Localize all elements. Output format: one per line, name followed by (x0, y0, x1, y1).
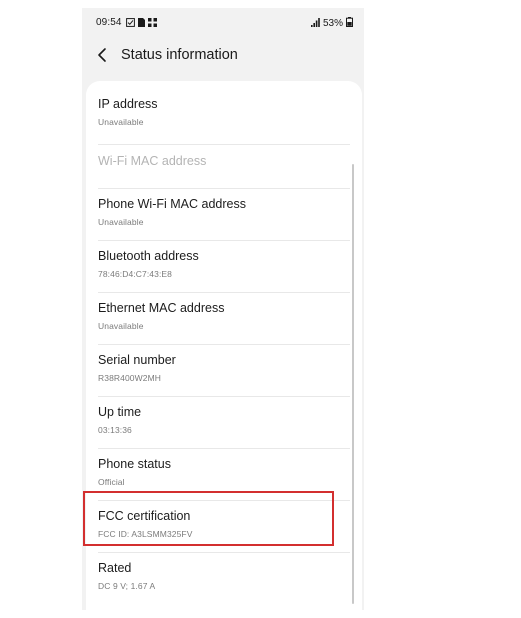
sim-card-icon (138, 14, 145, 32)
item-title: Wi-Fi MAC address (98, 154, 207, 168)
list-item-bluetooth-address[interactable]: Bluetooth address 78:46:D4:C7:43:E8 (86, 241, 362, 293)
page-title: Status information (121, 47, 238, 63)
list-item-wifi-mac-address: Wi-Fi MAC address (86, 145, 362, 188)
list-item-ip-address[interactable]: IP address Unavailable (86, 91, 362, 143)
item-title: FCC certification (98, 509, 191, 523)
item-title: IP address (98, 97, 158, 111)
item-title: Ethernet MAC address (98, 301, 225, 315)
list-item-phone-status[interactable]: Phone status Official (86, 449, 362, 501)
status-icons-left (126, 17, 157, 28)
list-item-serial-number[interactable]: Serial number R38R400W2MH (86, 345, 362, 397)
app-header: Status information (82, 36, 364, 76)
status-icons-right: 53% (310, 17, 353, 30)
item-subtitle: Official (98, 477, 125, 487)
item-title: Up time (98, 405, 142, 419)
phone-screen: 09:54 53% Status information IP address … (82, 8, 364, 610)
item-title: Phone Wi-Fi MAC address (98, 197, 246, 211)
back-arrow-icon[interactable] (96, 47, 110, 63)
item-title: Rated (98, 561, 132, 575)
status-bar: 09:54 53% (82, 8, 364, 36)
status-info-card: IP address Unavailable Wi-Fi MAC address… (86, 81, 362, 610)
item-subtitle: Unavailable (98, 117, 144, 127)
item-subtitle: 03:13:36 (98, 425, 132, 435)
grid-apps-icon (148, 14, 157, 32)
list-item-rated[interactable]: Rated DC 9 V; 1.67 A (86, 553, 362, 605)
status-time: 09:54 (96, 17, 122, 28)
item-subtitle: 78:46:D4:C7:43:E8 (98, 269, 172, 279)
signal-icon (310, 17, 320, 30)
scrollbar[interactable] (352, 164, 354, 604)
item-subtitle: FCC ID: A3LSMM325FV (98, 529, 193, 539)
item-title: Bluetooth address (98, 249, 199, 263)
list-item-fcc-certification[interactable]: FCC certification FCC ID: A3LSMM325FV (86, 501, 362, 553)
item-subtitle: Unavailable (98, 321, 144, 331)
battery-percent: 53% (322, 18, 343, 29)
list-item-up-time[interactable]: Up time 03:13:36 (86, 397, 362, 449)
check-box-icon (126, 14, 135, 32)
list-item-phone-wifi-mac-address[interactable]: Phone Wi-Fi MAC address Unavailable (86, 189, 362, 241)
item-subtitle: Unavailable (98, 217, 144, 227)
item-title: Serial number (98, 353, 176, 367)
item-title: Phone status (98, 457, 171, 471)
item-subtitle: R38R400W2MH (98, 373, 161, 383)
item-subtitle: DC 9 V; 1.67 A (98, 581, 156, 591)
list-item-ethernet-mac-address[interactable]: Ethernet MAC address Unavailable (86, 293, 362, 345)
battery-icon (346, 17, 353, 30)
